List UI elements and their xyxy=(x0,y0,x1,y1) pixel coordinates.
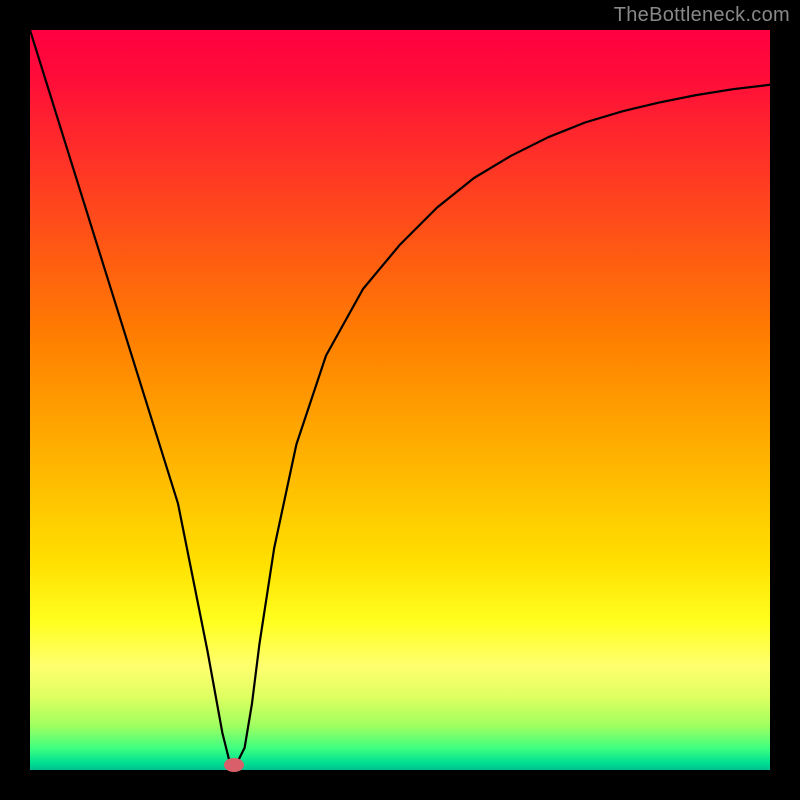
chart-container: TheBottleneck.com xyxy=(0,0,800,800)
watermark-text: TheBottleneck.com xyxy=(614,4,790,27)
minimum-marker xyxy=(224,758,244,772)
curve-path xyxy=(30,30,770,763)
curve-svg xyxy=(30,30,770,770)
plot-area xyxy=(30,30,770,770)
